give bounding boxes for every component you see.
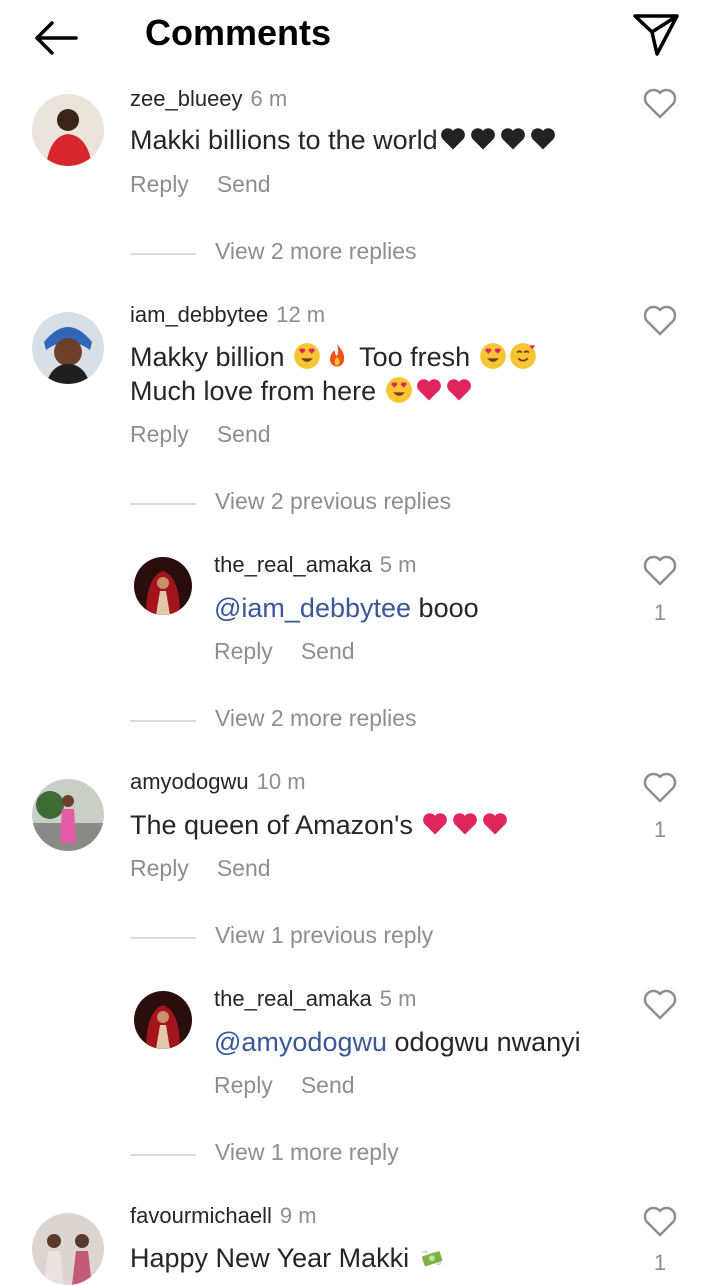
thread-divider — [130, 937, 196, 939]
send-button[interactable]: Send — [301, 1072, 355, 1098]
comment-username[interactable]: the_real_amaka — [214, 986, 372, 1011]
red-heart-icon — [423, 813, 448, 835]
heart-eyes-emoji-icon — [479, 343, 506, 369]
money-with-wings-emoji-icon — [421, 1250, 443, 1267]
header-bar: Comments — [0, 0, 720, 72]
red-heart-icon — [446, 379, 471, 401]
send-button[interactable]: Send — [301, 638, 355, 664]
like-heart-icon[interactable] — [642, 1204, 678, 1238]
mention-link[interactable]: @iam_debbytee — [214, 593, 411, 623]
mention-link[interactable]: @amyodogwu — [214, 1027, 387, 1057]
reply-button[interactable]: Reply — [130, 421, 189, 447]
comment-timestamp: 5 m — [379, 986, 417, 1011]
comment-text: Makki billions to the world — [130, 123, 558, 157]
like-count: 1 — [653, 600, 667, 625]
comment-timestamp: 5 m — [379, 552, 417, 577]
thread-divider — [130, 253, 196, 255]
thread-divider — [130, 1154, 196, 1156]
comment-username[interactable]: amyodogwu — [130, 769, 249, 794]
send-button[interactable]: Send — [217, 171, 271, 197]
avatar[interactable] — [32, 779, 104, 851]
like-heart-icon[interactable] — [642, 86, 678, 120]
back-arrow-icon — [35, 21, 78, 55]
heart-eyes-emoji-icon — [294, 343, 320, 369]
like-heart-icon[interactable] — [642, 553, 678, 587]
back-button[interactable] — [30, 16, 82, 60]
paper-plane-icon — [633, 14, 679, 56]
red-heart-icon — [416, 379, 441, 401]
comment-username[interactable]: the_real_amaka — [214, 552, 372, 577]
send-button[interactable]: Send — [217, 855, 271, 881]
comment-username[interactable]: zee_blueey — [130, 86, 243, 111]
black-heart-icon — [530, 128, 555, 150]
heart-eyes-emoji-icon — [385, 377, 412, 403]
black-heart-icon — [440, 128, 465, 150]
comment-timestamp: 12 m — [276, 302, 326, 327]
red-heart-icon — [483, 813, 508, 835]
like-heart-icon[interactable] — [642, 987, 678, 1021]
page-title: Comments — [145, 12, 332, 53]
comment-text: Happy New Year Makki — [130, 1241, 447, 1275]
like-count: 1 — [653, 817, 667, 842]
avatar[interactable] — [134, 557, 192, 615]
thread-divider — [130, 720, 196, 722]
comment-timestamp: 6 m — [250, 86, 288, 111]
comment-username[interactable]: favourmichaell — [130, 1203, 272, 1228]
red-heart-icon — [453, 813, 478, 835]
like-heart-icon[interactable] — [642, 303, 678, 337]
thread-divider — [130, 503, 196, 505]
comment-username[interactable]: iam_debbytee — [130, 302, 268, 327]
reply-button[interactable]: Reply — [130, 855, 189, 881]
smiling-hearts-emoji-icon — [509, 343, 536, 369]
comment-text: Makky billion Too fresh Much love from h… — [130, 340, 538, 408]
avatar[interactable] — [32, 1213, 104, 1285]
reply-button[interactable]: Reply — [130, 171, 189, 197]
comment-timestamp: 9 m — [279, 1203, 317, 1228]
reply-button[interactable]: Reply — [214, 1072, 273, 1098]
direct-share-button[interactable] — [630, 10, 682, 58]
avatar[interactable] — [32, 312, 104, 384]
comment-text: @iam_debbytee booo — [214, 593, 479, 623]
black-heart-icon — [470, 128, 495, 150]
avatar[interactable] — [134, 991, 192, 1049]
black-heart-icon — [500, 128, 525, 150]
comment-text: The queen of Amazon's — [130, 808, 510, 842]
like-heart-icon[interactable] — [642, 770, 678, 804]
reply-button[interactable]: Reply — [214, 638, 273, 664]
comment-timestamp: 10 m — [256, 769, 306, 794]
send-button[interactable]: Send — [217, 421, 271, 447]
like-count: 1 — [653, 1250, 667, 1275]
fire-emoji-icon — [330, 344, 345, 367]
comment-text: @amyodogwu odogwu nwanyi — [214, 1027, 581, 1057]
avatar[interactable] — [32, 94, 104, 166]
